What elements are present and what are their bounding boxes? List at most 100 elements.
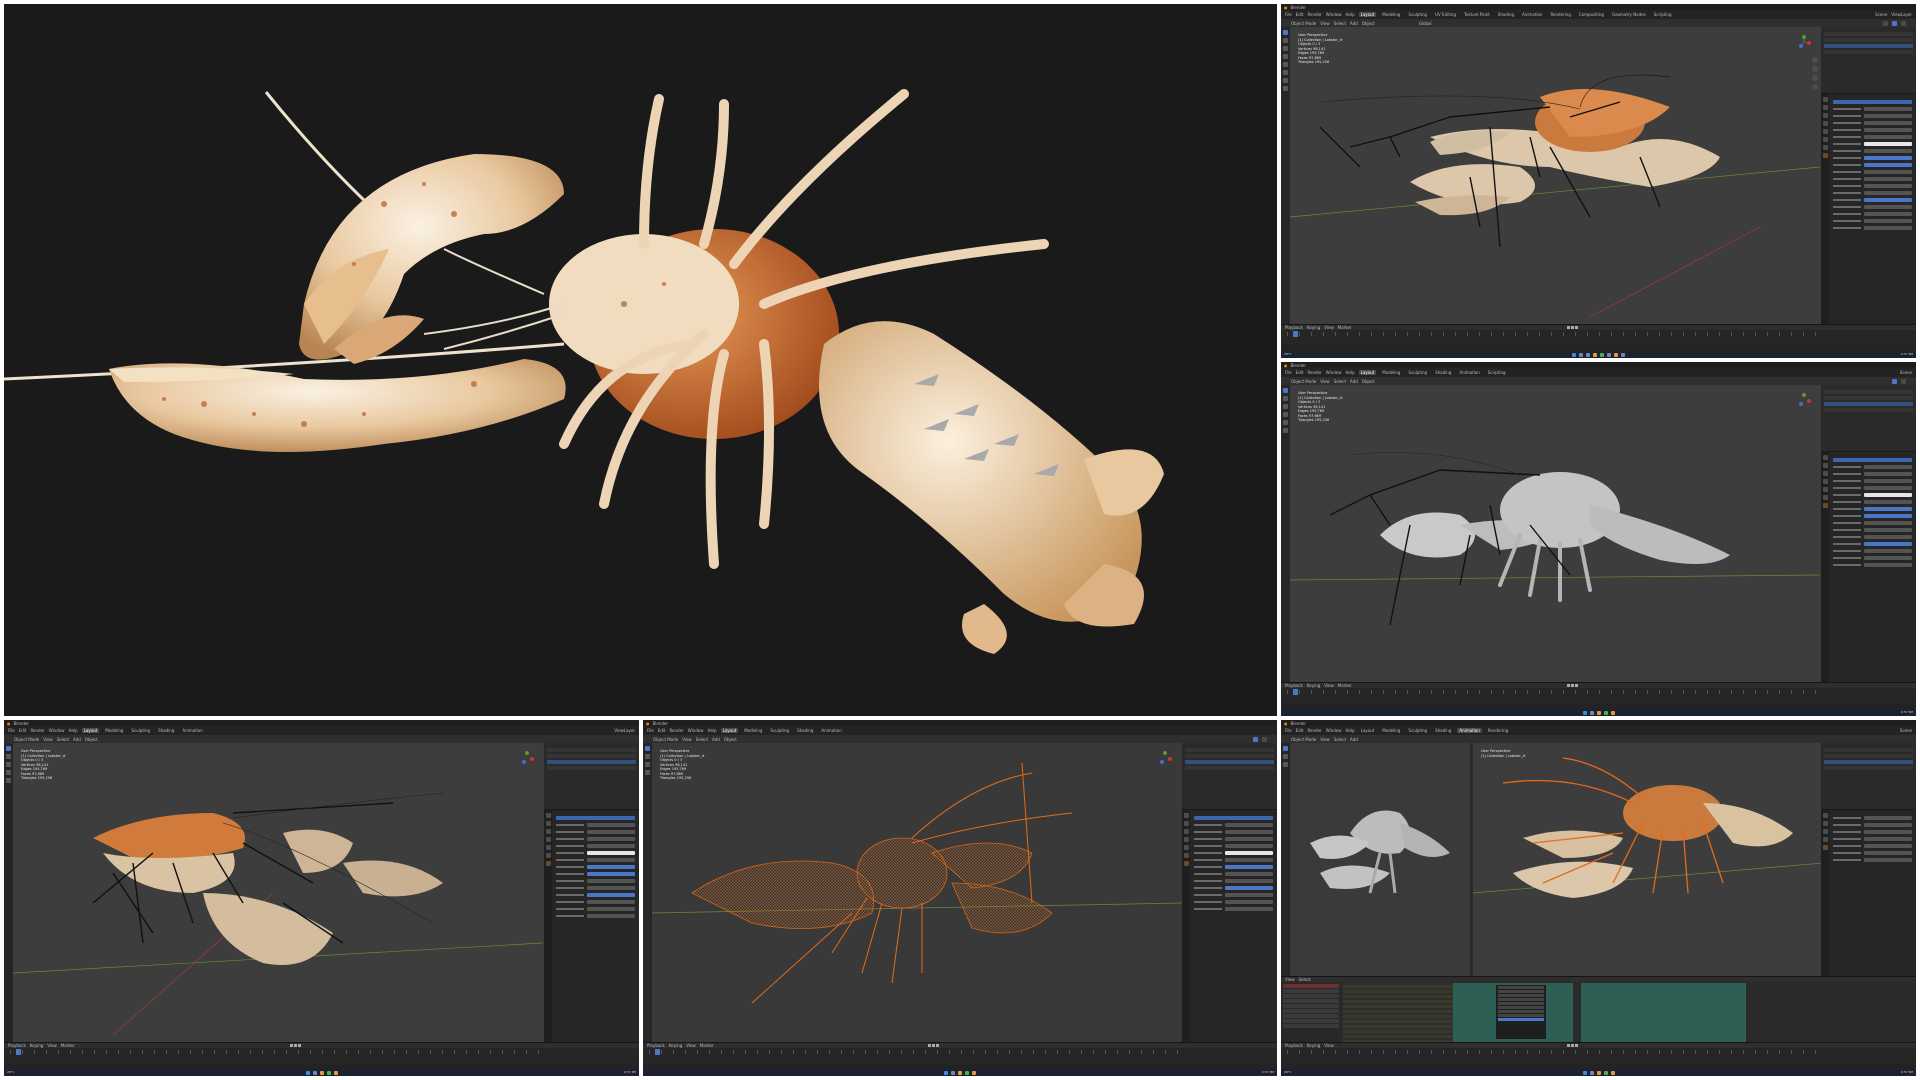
tab-layout[interactable]: Layout — [1358, 370, 1377, 375]
tab-shading[interactable]: Shading — [156, 728, 176, 733]
tab-rendering[interactable]: Rendering — [1548, 12, 1572, 17]
move-tool-icon[interactable] — [645, 762, 650, 767]
weather-widget[interactable]: 28°C — [1284, 1070, 1291, 1074]
playback-controls[interactable] — [1566, 1043, 1587, 1048]
playback-controls[interactable] — [1566, 325, 1587, 330]
menu-render[interactable]: Render — [669, 728, 683, 733]
3d-viewport[interactable]: User Perspective (1) Collection | Lobste… — [1290, 27, 1821, 325]
tab-modeling[interactable]: Modeling — [1380, 12, 1402, 17]
cursor-tool-icon[interactable] — [1283, 38, 1288, 43]
tool-tab-icon[interactable] — [1822, 97, 1828, 102]
timeline[interactable]: Playback Keying View Marker — [1281, 682, 1916, 703]
emission-field[interactable] — [1864, 218, 1912, 223]
tab-layout[interactable]: Layout — [1358, 12, 1377, 17]
start-icon[interactable] — [305, 1070, 310, 1075]
menu-file[interactable]: File — [1285, 370, 1292, 375]
view-menu-timeline[interactable]: View — [47, 1043, 57, 1048]
object-mode-dropdown[interactable]: Object Mode — [653, 737, 678, 742]
cursor-tool-icon[interactable] — [1283, 396, 1288, 401]
dope-sheet[interactable]: View Select — [1281, 976, 1916, 1043]
menu-edit[interactable]: Edit — [658, 728, 666, 733]
add-menu[interactable]: Add — [1350, 737, 1358, 742]
tab-uv-editing[interactable]: UV Editing — [1433, 12, 1458, 17]
tab-compositing[interactable]: Compositing — [1577, 12, 1606, 17]
menu-edit[interactable]: Edit — [19, 728, 27, 733]
tab-sculpting[interactable]: Sculpting — [1406, 370, 1429, 375]
scene-tab-icon[interactable] — [1822, 121, 1828, 126]
shading-material-icon[interactable] — [1901, 20, 1906, 26]
scene-selector[interactable]: Scene — [1900, 370, 1912, 375]
menu-window[interactable]: Window — [1326, 370, 1342, 375]
view-menu-timeline[interactable]: View — [1324, 325, 1334, 330]
view-menu[interactable]: View — [1320, 379, 1330, 384]
subsurface-ior-field[interactable] — [1864, 148, 1912, 153]
timeline[interactable]: Playback Keying View Marker — [643, 1042, 1277, 1063]
current-frame-indicator[interactable] — [16, 1049, 21, 1055]
outliner-collection[interactable] — [1824, 38, 1913, 42]
material-slot[interactable] — [1833, 99, 1912, 104]
tab-animation[interactable]: Animation — [1457, 370, 1481, 375]
tab-animation[interactable]: Animation — [1520, 12, 1544, 17]
view-layer-selector[interactable]: ViewLayer — [1891, 12, 1912, 17]
select-menu[interactable]: Select — [696, 737, 708, 742]
playback-menu[interactable]: Playback — [1285, 325, 1303, 330]
move-tool-icon[interactable] — [1283, 46, 1288, 51]
start-icon[interactable] — [944, 1070, 948, 1075]
search-icon[interactable] — [1589, 1070, 1594, 1075]
move-tool-icon[interactable] — [1283, 404, 1288, 409]
tab-layout[interactable]: Layout — [720, 728, 739, 733]
explorer-icon[interactable] — [1596, 1070, 1601, 1075]
blender-taskbar-icon[interactable] — [1610, 710, 1615, 715]
tab-modeling[interactable]: Modeling — [1380, 370, 1402, 375]
select-menu[interactable]: Select — [1334, 379, 1346, 384]
object-menu[interactable]: Object — [1362, 21, 1375, 26]
bone-tab-icon[interactable] — [1822, 845, 1828, 850]
cursor-tool-icon[interactable] — [1283, 754, 1288, 759]
menu-render[interactable]: Render — [1307, 12, 1321, 17]
material-tab-icon[interactable] — [545, 861, 551, 866]
clock[interactable]: 9:57 PM — [1262, 1070, 1274, 1074]
object-mode-dropdown[interactable]: Object Mode — [14, 737, 39, 742]
modifier-tab-icon[interactable] — [1822, 145, 1828, 150]
select-menu[interactable]: Select — [57, 737, 69, 742]
view-menu[interactable]: View — [1320, 737, 1330, 742]
roughness-field[interactable] — [1864, 176, 1912, 181]
explorer-icon[interactable] — [1596, 710, 1601, 715]
rotate-tool-icon[interactable] — [1283, 412, 1288, 417]
render-tab-icon[interactable] — [1822, 105, 1828, 110]
object-tab-icon[interactable] — [1822, 137, 1828, 142]
playback-menu[interactable]: Playback — [1285, 1043, 1303, 1048]
dope-channels[interactable] — [1281, 983, 1341, 1043]
action-list[interactable] — [1496, 985, 1546, 1039]
clock[interactable]: 9:57 PM — [624, 1070, 636, 1074]
select-menu[interactable]: Select — [1334, 737, 1346, 742]
tab-sculpting[interactable]: Sculpting — [1406, 12, 1429, 17]
marker-menu[interactable]: Marker — [700, 1043, 714, 1048]
select-menu[interactable]: Select — [1334, 21, 1346, 26]
tab-animation[interactable]: Animation — [819, 728, 843, 733]
specular-tint-field[interactable] — [1864, 169, 1912, 174]
playback-controls[interactable] — [928, 1043, 948, 1048]
shading-solid-icon[interactable] — [1262, 736, 1267, 742]
add-menu[interactable]: Add — [1350, 379, 1358, 384]
measure-tool-icon[interactable] — [1283, 86, 1288, 91]
surface-field[interactable] — [1864, 106, 1912, 111]
playback-controls[interactable] — [1566, 683, 1587, 688]
base-color-field[interactable] — [1864, 120, 1912, 125]
tab-texture-paint[interactable]: Texture Paint — [1462, 12, 1492, 17]
select-tool-icon[interactable] — [1283, 30, 1288, 35]
rotate-tool-icon[interactable] — [645, 770, 650, 775]
cursor-tool-icon[interactable] — [645, 754, 650, 759]
playback-menu[interactable]: Playback — [8, 1043, 26, 1048]
object-mode-dropdown[interactable]: Object Mode — [1291, 737, 1316, 742]
cursor-tool-icon[interactable] — [6, 754, 11, 759]
object-mode-dropdown[interactable]: Object Mode — [1291, 379, 1316, 384]
snap-icon[interactable] — [1883, 20, 1888, 26]
chrome-icon[interactable] — [1603, 710, 1608, 715]
menu-window[interactable]: Window — [1326, 728, 1342, 733]
outliner[interactable] — [1821, 27, 1916, 94]
view-layer-selector[interactable]: ViewLayer — [614, 728, 635, 733]
3d-viewport[interactable]: User Perspective (1) Collection | Lobste… — [1473, 743, 1821, 976]
frame-ruler[interactable] — [10, 1050, 544, 1054]
shading-solid-icon[interactable] — [1892, 20, 1897, 26]
